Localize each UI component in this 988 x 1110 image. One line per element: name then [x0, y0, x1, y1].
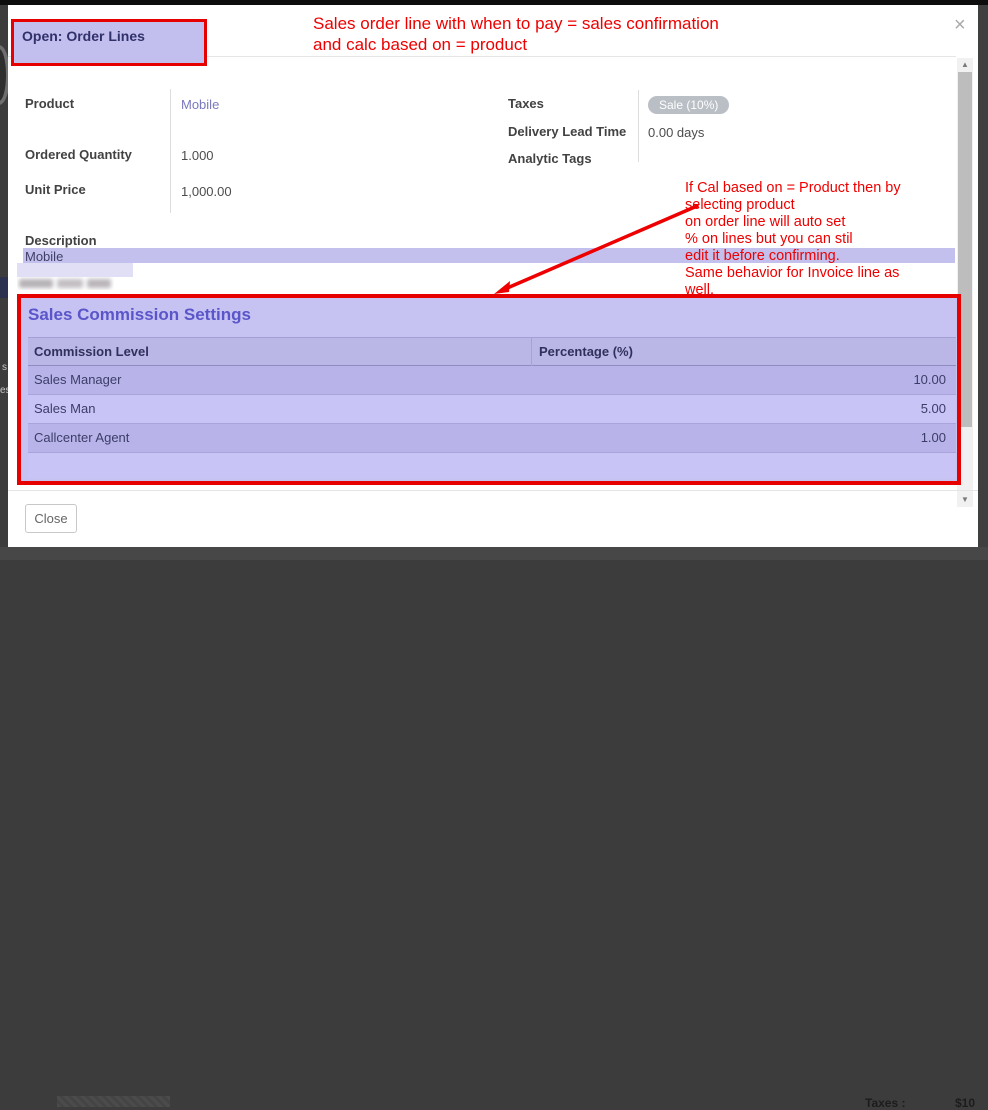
backdrop-bottom: Taxes : $10: [0, 547, 988, 560]
modal-footer-divider: [8, 490, 978, 491]
left-fields-separator: [170, 89, 171, 213]
backdrop-left: s es: [0, 5, 8, 560]
scroll-down-icon[interactable]: ▼: [957, 493, 973, 507]
table-row[interactable]: Callcenter Agent 1.00: [28, 424, 956, 453]
close-button[interactable]: Close: [25, 504, 77, 533]
background-navy-fragment: [0, 277, 8, 298]
annotation-top: Sales order line with when to pay = sale…: [313, 13, 719, 55]
annotation-side-line1: If Cal based on = Product then by: [685, 180, 975, 197]
commission-level-cell: Sales Manager: [34, 366, 121, 394]
close-icon[interactable]: ×: [954, 15, 966, 35]
commission-header-divider: [531, 338, 532, 366]
commission-level-cell: Sales Man: [34, 395, 95, 423]
table-row[interactable]: Sales Man 5.00: [28, 395, 956, 424]
description-redacted-text: [17, 277, 114, 290]
background-logo-fragment: [0, 45, 8, 105]
product-value-link[interactable]: Mobile: [181, 97, 219, 112]
description-value: Mobile: [25, 249, 63, 264]
background-text-fragment: es: [0, 385, 8, 396]
background-hatch-fragment: [57, 1096, 170, 1107]
percentage-cell: 1.00: [921, 424, 946, 452]
annotation-side-line6: Same behavior for Invoice line as: [685, 265, 975, 282]
description-label: Description: [25, 233, 97, 248]
background-text-fragment: s: [2, 362, 7, 373]
commission-table-header-row: Commission Level Percentage (%): [28, 337, 956, 366]
screen: s es Taxes : $10 Open: Order Lines × Sal…: [0, 0, 988, 560]
annotation-side-line2: selecting product: [685, 197, 975, 214]
commission-annotation-box: Sales Commission Settings Commission Lev…: [17, 294, 961, 485]
percentage-header[interactable]: Percentage (%): [539, 338, 633, 366]
delivery-lead-time-value: 0.00 days: [648, 125, 704, 140]
description-highlight-row2: [17, 263, 133, 277]
background-taxes-label: Taxes :: [865, 1096, 905, 1110]
product-label: Product: [25, 96, 74, 111]
percentage-cell: 10.00: [913, 366, 946, 394]
taxes-label: Taxes: [508, 96, 544, 111]
scroll-up-icon[interactable]: ▲: [957, 58, 973, 72]
annotation-top-line2: and calc based on = product: [313, 34, 719, 55]
unit-price-value: 1,000.00: [181, 184, 232, 199]
delivery-lead-time-label: Delivery Lead Time: [508, 124, 626, 139]
modal-title: Open: Order Lines: [22, 28, 145, 44]
table-row[interactable]: Sales Manager 10.00: [28, 366, 956, 395]
commission-section-title: Sales Commission Settings: [28, 305, 251, 325]
annotation-side-line3: on order line will auto set: [685, 214, 975, 231]
ordered-quantity-value: 1.000: [181, 148, 214, 163]
ordered-quantity-label: Ordered Quantity: [25, 147, 132, 162]
annotation-side-line4: % on lines but you can stil: [685, 231, 975, 248]
annotation-top-line1: Sales order line with when to pay = sale…: [313, 13, 719, 34]
background-taxes-value: $10: [955, 1096, 975, 1110]
right-fields-separator: [638, 90, 639, 162]
backdrop-right: [978, 5, 988, 547]
commission-level-header[interactable]: Commission Level: [34, 338, 149, 366]
commission-table: Commission Level Percentage (%) Sales Ma…: [28, 337, 956, 478]
tax-pill[interactable]: Sale (10%): [648, 96, 729, 114]
annotation-side-line7: well.: [685, 282, 975, 299]
annotation-side-line5: edit it before confirming.: [685, 248, 975, 265]
commission-level-cell: Callcenter Agent: [34, 424, 129, 452]
percentage-cell: 5.00: [921, 395, 946, 423]
analytic-tags-label: Analytic Tags: [508, 151, 592, 166]
annotation-side: If Cal based on = Product then by select…: [685, 180, 975, 299]
unit-price-label: Unit Price: [25, 182, 86, 197]
commission-table-empty-row: [28, 453, 956, 478]
